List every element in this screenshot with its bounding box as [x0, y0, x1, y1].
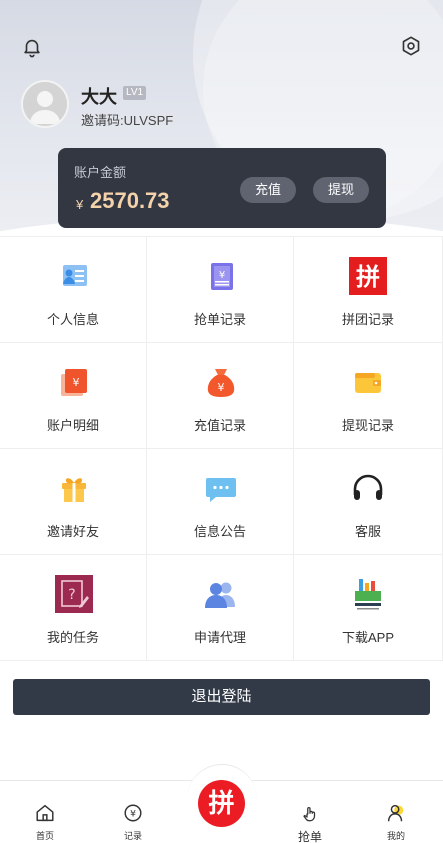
- balance-amount: 2570.73: [90, 188, 170, 213]
- account-detail-icon: ¥: [61, 369, 87, 396]
- nav-item-grab[interactable]: 抢单: [292, 805, 328, 843]
- balance-card: 账户金额 ¥ 2570.73 充值 提现: [58, 148, 386, 228]
- wallet-icon: [355, 373, 381, 393]
- menu-item-label: 账户明细: [46, 418, 99, 433]
- menu-item-label: 邀请好友: [46, 524, 99, 539]
- menu-item-label: 抢单记录: [193, 312, 246, 327]
- message-icon: [206, 478, 236, 502]
- avatar[interactable]: [21, 80, 69, 128]
- hand-tap-icon: [303, 806, 316, 822]
- money-bag-icon: ¥: [207, 369, 235, 397]
- center-grab-button[interactable]: 拼: [198, 780, 245, 827]
- document-yen-icon: ¥: [211, 263, 233, 290]
- gift-icon: [62, 478, 86, 502]
- menu-item-label: 充值记录: [193, 418, 246, 433]
- menu-item-apply-agent[interactable]: 申请代理: [147, 555, 294, 661]
- headphones-icon: [353, 474, 383, 500]
- menu-item-label: 信息公告: [193, 524, 246, 539]
- profile-header: 大大 LV1 邀请码:ULVSPF 账户金额 ¥ 2570.73 充值 提现: [0, 0, 443, 236]
- gear-icon[interactable]: [400, 35, 422, 57]
- menu-item-label: 拼团记录: [341, 312, 394, 327]
- id-card-icon: [63, 265, 87, 286]
- invite-code: 邀请码:ULVSPF: [81, 113, 174, 128]
- home-icon: [36, 804, 54, 822]
- users-icon: [205, 582, 235, 608]
- nav-label: 我的: [386, 831, 405, 841]
- task-icon: ?: [55, 575, 93, 613]
- currency-symbol: ¥: [76, 197, 84, 212]
- menu-item-recharge-records[interactable]: ¥ 充值记录: [147, 343, 294, 449]
- nav-label: 抢单: [297, 830, 322, 843]
- nav-label: 首页: [35, 831, 54, 841]
- record-icon: ¥: [124, 804, 142, 822]
- menu-item-group-records[interactable]: 拼 拼团记录: [294, 237, 443, 343]
- default-avatar-icon: [23, 82, 67, 126]
- level-badge: LV1: [123, 86, 147, 100]
- balance-label: 账户金额: [74, 165, 127, 180]
- pin-logo-icon: 拼: [208, 789, 234, 819]
- menu-item-label: 申请代理: [193, 630, 246, 645]
- menu-grid: 个人信息 ¥ 抢单记录 拼 拼团记录 ¥ 账户明细 ¥ 充值记录 提现记录 邀请…: [0, 236, 443, 662]
- nav-item-mine[interactable]: 我的: [378, 802, 414, 842]
- menu-item-label: 客服: [354, 524, 381, 539]
- svg-text:¥: ¥: [218, 381, 225, 394]
- nav-item-record[interactable]: ¥ 记录: [115, 802, 151, 842]
- nav-item-home[interactable]: 首页: [27, 802, 63, 842]
- app-logo-icon: [355, 579, 381, 610]
- profile-page: 大大 LV1 邀请码:ULVSPF 账户金额 ¥ 2570.73 充值 提现 个…: [0, 0, 443, 843]
- svg-text:拼: 拼: [356, 263, 380, 291]
- menu-item-label: 提现记录: [341, 418, 394, 433]
- svg-text:拼: 拼: [208, 789, 234, 819]
- svg-text:¥: ¥: [73, 376, 80, 389]
- menu-item-label: 我的任务: [46, 630, 99, 645]
- menu-item-account-detail[interactable]: ¥ 账户明细: [0, 343, 147, 449]
- withdraw-button[interactable]: 提现: [313, 177, 369, 203]
- svg-text:?: ?: [68, 587, 75, 603]
- recharge-button[interactable]: 充值: [240, 177, 296, 203]
- menu-item-withdraw-records[interactable]: 提现记录: [294, 343, 443, 449]
- menu-item-grab-records[interactable]: ¥ 抢单记录: [147, 237, 294, 343]
- menu-item-invite-friends[interactable]: 邀请好友: [0, 449, 147, 555]
- logout-button[interactable]: 退出登陆: [13, 679, 430, 715]
- user-icon: [387, 804, 404, 822]
- nav-label: 记录: [123, 831, 142, 841]
- username: 大大: [81, 87, 117, 107]
- menu-item-personal-info[interactable]: 个人信息: [0, 237, 147, 343]
- menu-item-label: 个人信息: [46, 312, 99, 327]
- menu-item-my-tasks[interactable]: ? 我的任务: [0, 555, 147, 661]
- bell-icon[interactable]: [21, 36, 43, 58]
- menu-item-label: 下载APP: [341, 630, 394, 645]
- menu-item-customer-service[interactable]: 客服: [294, 449, 443, 555]
- menu-item-download-app[interactable]: 下载APP: [294, 555, 443, 661]
- menu-item-announcements[interactable]: 信息公告: [147, 449, 294, 555]
- svg-text:¥: ¥: [219, 270, 225, 281]
- pin-logo-icon: 拼: [349, 257, 387, 295]
- svg-text:¥: ¥: [130, 809, 136, 820]
